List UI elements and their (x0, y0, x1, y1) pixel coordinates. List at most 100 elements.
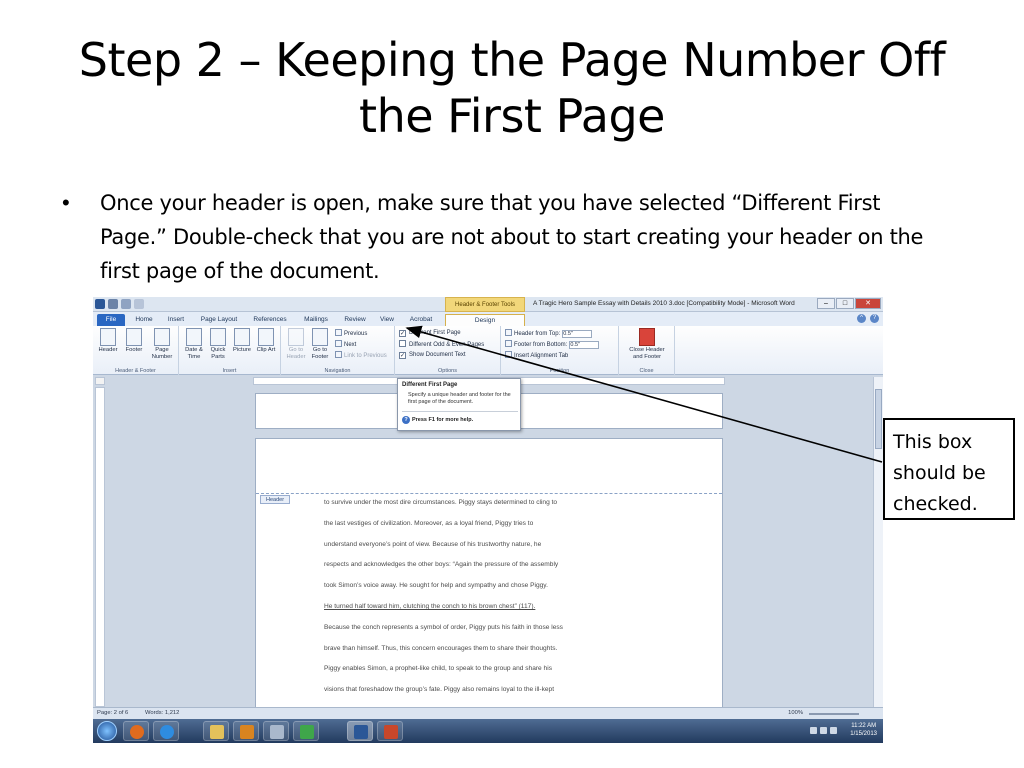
group-label: Position (549, 368, 570, 374)
taskbar-app[interactable] (263, 721, 289, 741)
volume-icon[interactable] (830, 727, 837, 734)
tab-design[interactable]: Design (445, 314, 525, 326)
bullet-point: • Once your header is open, make sure th… (62, 186, 942, 288)
help-controls: ^ ? (857, 314, 879, 323)
footer-button[interactable]: Footer (121, 328, 147, 354)
powerpoint-icon (384, 725, 398, 739)
tray-icon[interactable] (810, 727, 817, 734)
status-bar: Page: 2 of 6 Words: 1,212 100% (93, 707, 883, 719)
taskbar-explorer[interactable] (203, 721, 229, 741)
document-page[interactable]: Header to survive under the most dire ci… (255, 438, 723, 718)
ruler-tab-selector[interactable] (95, 377, 105, 385)
tooltip-description: Specify a unique header and footer for t… (408, 392, 511, 405)
tab-file[interactable]: File (97, 314, 125, 326)
different-odd-even-checkbox[interactable] (399, 340, 406, 347)
calendar-icon (186, 328, 202, 346)
different-first-page-checkbox[interactable]: ✓ (399, 330, 406, 337)
taskbar-internet-explorer[interactable] (153, 721, 179, 741)
previous-icon (335, 329, 342, 336)
save-icon[interactable] (108, 299, 118, 309)
tab-references[interactable]: References (251, 314, 289, 326)
tab-mailings[interactable]: Mailings (299, 314, 333, 326)
document-line: understand everyone’s point of view. Bec… (324, 540, 542, 548)
close-header-footer-button[interactable]: Close Header and Footer (625, 328, 669, 361)
taskbar-clock[interactable]: 11:22 AM 1/15/2013 (850, 722, 877, 738)
windows-taskbar: 11:22 AM 1/15/2013 (93, 719, 883, 743)
document-icon (270, 725, 284, 739)
scrollbar-thumb[interactable] (875, 389, 882, 449)
header-icon (100, 328, 116, 346)
help-icon: ? (402, 416, 410, 424)
picture-button[interactable]: Picture (229, 328, 255, 354)
header-footer-tools-tab: Header & Footer Tools (445, 297, 525, 312)
page-number-button[interactable]: Page Number (147, 328, 177, 361)
clip-art-icon (258, 328, 274, 346)
word-count[interactable]: Words: 1,212 (145, 710, 179, 716)
tab-review[interactable]: Review (341, 314, 369, 326)
zoom-level[interactable]: 100% (788, 710, 803, 716)
taskbar-media-player[interactable] (233, 721, 259, 741)
tab-acrobat[interactable]: Acrobat (405, 314, 437, 326)
folder-icon (210, 725, 224, 739)
firefox-icon (130, 725, 144, 739)
tooltip-title: Different First Page (402, 382, 458, 388)
different-odd-even-option[interactable]: Different Odd & Even Pages (399, 340, 484, 349)
maximize-icon[interactable]: □ (836, 298, 854, 309)
network-icon[interactable] (820, 727, 827, 734)
previous-button[interactable]: Previous (335, 329, 367, 338)
document-line: visions that foreshadow the group’s fate… (324, 686, 555, 694)
tooltip-divider (402, 411, 518, 412)
footer-position-icon (505, 340, 512, 347)
different-first-page-option[interactable]: ✓ Different First Page (399, 329, 461, 338)
word-app-icon[interactable] (95, 299, 105, 309)
footer-from-bottom-input[interactable]: 0.5" (569, 341, 600, 349)
help-icon[interactable]: ? (870, 314, 879, 323)
tab-view[interactable]: View (375, 314, 399, 326)
taskbar-app[interactable] (293, 721, 319, 741)
go-to-header-button[interactable]: Go to Header (283, 328, 309, 361)
tab-page-layout[interactable]: Page Layout (197, 314, 241, 326)
taskbar-powerpoint[interactable] (377, 721, 403, 741)
document-line: the last vestiges of civilization. Moreo… (324, 519, 534, 527)
show-document-text-option[interactable]: ✓ Show Document Text (399, 351, 466, 360)
vertical-scrollbar[interactable] (873, 377, 883, 707)
undo-icon[interactable] (121, 299, 131, 309)
group-label: Close (639, 368, 654, 374)
redo-icon[interactable] (134, 299, 144, 309)
taskbar-firefox[interactable] (123, 721, 149, 741)
tab-home[interactable]: Home (131, 314, 157, 326)
minimize-icon[interactable]: – (817, 298, 835, 309)
ribbon-minimize-icon[interactable]: ^ (857, 314, 866, 323)
tab-insert[interactable]: Insert (163, 314, 189, 326)
vertical-ruler[interactable] (95, 387, 105, 707)
date-time-button[interactable]: Date & Time (181, 328, 207, 361)
clock-date: 1/15/2013 (850, 731, 877, 737)
group-options: ✓ Different First Page Different Odd & Ev… (395, 326, 501, 375)
start-button[interactable] (97, 721, 117, 741)
next-button[interactable]: Next (335, 340, 356, 349)
go-to-header-icon (288, 328, 304, 346)
go-to-footer-button[interactable]: Go to Footer (307, 328, 333, 361)
document-line: He turned half toward him, clutching the… (324, 602, 536, 610)
clip-art-button[interactable]: Clip Art (253, 328, 279, 354)
header-from-top-input[interactable]: 0.5" (562, 330, 593, 338)
quick-parts-button[interactable]: Quick Parts (205, 328, 231, 361)
header-from-top-field: Header from Top: 0.5" (505, 329, 593, 338)
page-number-icon (154, 328, 170, 346)
media-player-icon (240, 725, 254, 739)
footer-icon (126, 328, 142, 346)
show-document-text-checkbox[interactable]: ✓ (399, 352, 406, 359)
system-tray (810, 727, 837, 734)
word-screenshot: Header & Footer Tools A Tragic Hero Samp… (93, 297, 883, 743)
link-to-previous-button[interactable]: Link to Previous (335, 351, 387, 360)
close-icon[interactable]: ✕ (855, 298, 881, 309)
tooltip-help: ? Press F1 for more help. (402, 416, 473, 424)
insert-alignment-tab-button[interactable]: Insert Alignment Tab (505, 351, 568, 360)
taskbar-word[interactable] (347, 721, 373, 741)
different-first-page-tooltip: Different First Page Specify a unique he… (397, 378, 521, 431)
page-count[interactable]: Page: 2 of 6 (97, 710, 128, 716)
header-button[interactable]: Header (95, 328, 121, 354)
document-body[interactable]: to survive under the most dire circumsta… (324, 493, 694, 701)
bullet-dot: • (62, 190, 70, 215)
zoom-slider[interactable] (809, 713, 859, 715)
